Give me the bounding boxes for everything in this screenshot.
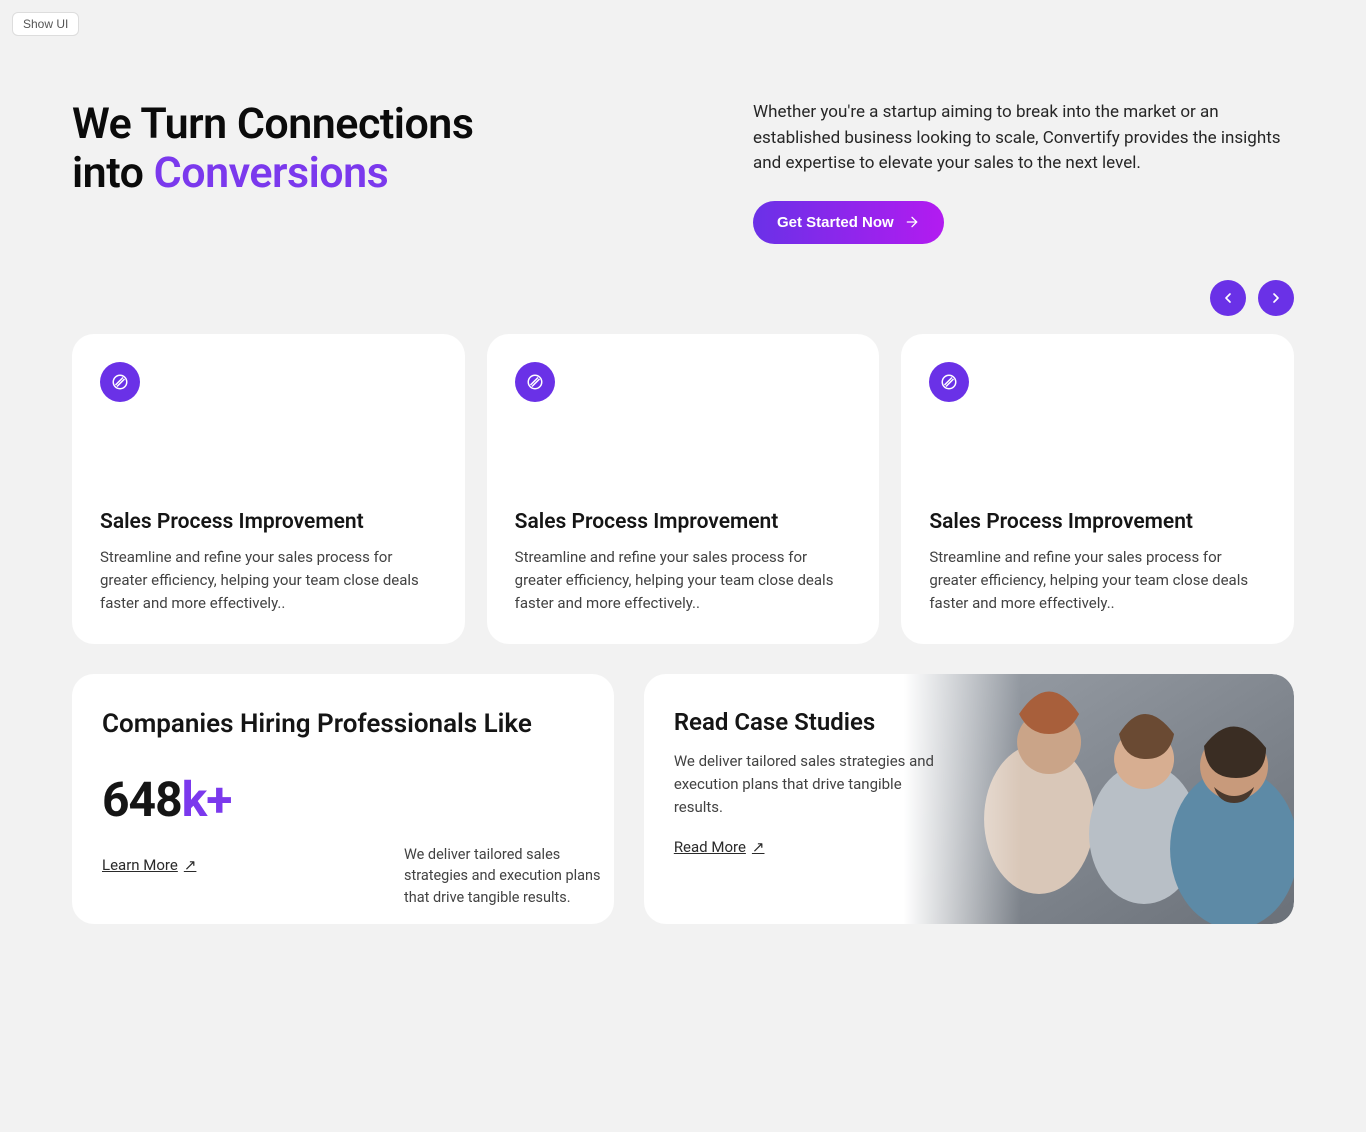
case-title: Read Case Studies (674, 708, 1264, 736)
learn-more-link[interactable]: Learn More ↗ (102, 856, 196, 874)
hero-left: We Turn Connections into Conversions (72, 100, 613, 199)
feature-card[interactable]: Sales Process Improvement Streamline and… (72, 334, 465, 644)
service-icon (100, 362, 140, 402)
hero-section: We Turn Connections into Conversions Whe… (72, 100, 1294, 244)
next-button[interactable] (1258, 280, 1294, 316)
feature-card[interactable]: Sales Process Improvement Streamline and… (901, 334, 1294, 644)
chevron-right-icon (1268, 290, 1284, 306)
chevron-left-icon (1220, 290, 1236, 306)
circle-pattern-icon (111, 373, 129, 391)
stats-suffix: k+ (182, 771, 232, 828)
circle-pattern-icon (940, 373, 958, 391)
page-content: We Turn Connections into Conversions Whe… (0, 0, 1366, 964)
arrow-up-right-icon: ↗ (184, 856, 197, 874)
hero-title-accent: Conversions (154, 148, 389, 198)
stats-value: 648 (102, 771, 182, 828)
hero-title: We Turn Connections into Conversions (72, 100, 613, 199)
read-more-label: Read More (674, 838, 746, 856)
stats-number: 648k+ (102, 771, 584, 828)
bottom-panels: Companies Hiring Professionals Like 648k… (72, 674, 1294, 924)
read-more-link[interactable]: Read More ↗ (674, 838, 765, 856)
arrow-right-icon (904, 214, 920, 230)
show-ui-button[interactable]: Show UI (12, 12, 79, 36)
card-title: Sales Process Improvement (929, 510, 1266, 534)
stats-desc: We deliver tailored sales strategies and… (404, 844, 624, 909)
feature-cards: Sales Process Improvement Streamline and… (72, 334, 1294, 644)
hero-title-line1: We Turn Connections (72, 99, 473, 149)
case-desc: We deliver tailored sales strategies and… (674, 750, 954, 820)
hero-right: Whether you're a startup aiming to break… (753, 100, 1294, 244)
carousel-nav (72, 280, 1294, 316)
prev-button[interactable] (1210, 280, 1246, 316)
card-desc: Streamline and refine your sales process… (515, 546, 852, 616)
service-icon (929, 362, 969, 402)
stats-panel: Companies Hiring Professionals Like 648k… (72, 674, 614, 924)
card-title: Sales Process Improvement (100, 510, 437, 534)
arrow-up-right-icon: ↗ (752, 838, 765, 856)
service-icon (515, 362, 555, 402)
card-title: Sales Process Improvement (515, 510, 852, 534)
hero-title-line2-pre: into (72, 148, 154, 198)
feature-card[interactable]: Sales Process Improvement Streamline and… (487, 334, 880, 644)
stats-title: Companies Hiring Professionals Like (102, 708, 584, 742)
get-started-button[interactable]: Get Started Now (753, 201, 944, 244)
learn-more-label: Learn More (102, 856, 178, 874)
card-desc: Streamline and refine your sales process… (929, 546, 1266, 616)
hero-description: Whether you're a startup aiming to break… (753, 100, 1294, 177)
circle-pattern-icon (526, 373, 544, 391)
cta-label: Get Started Now (777, 214, 894, 231)
case-studies-panel: Read Case Studies We deliver tailored sa… (644, 674, 1294, 924)
card-desc: Streamline and refine your sales process… (100, 546, 437, 616)
